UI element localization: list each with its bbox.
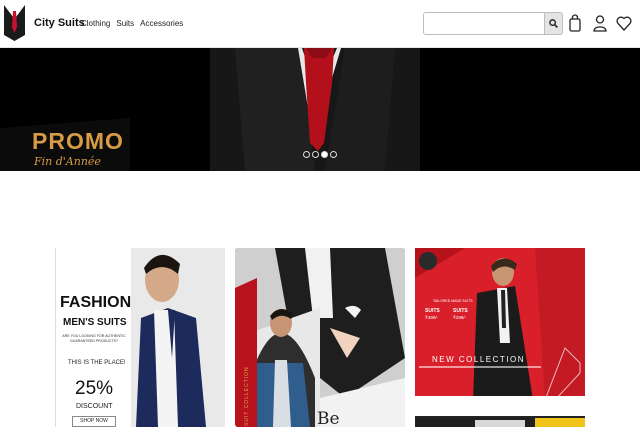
card-subtitle: MEN'S SUITS — [63, 317, 127, 328]
carousel-dot[interactable] — [312, 151, 319, 158]
price-b-label: SUITS — [453, 308, 468, 314]
carousel-dot[interactable] — [303, 151, 310, 158]
card3-heading: TAILORED MADE SUITS — [433, 299, 473, 303]
heart-icon[interactable] — [616, 14, 632, 32]
discount-percent: 25% — [75, 378, 114, 399]
shop-now-button[interactable]: SHOP NOW — [72, 416, 116, 427]
search-button[interactable] — [545, 12, 563, 35]
discount-label: DISCOUNT — [76, 403, 113, 410]
price-b-value: ₹299/- — [453, 315, 467, 320]
top-navbar: City Suits Clothing Suits Accessories — [0, 0, 640, 48]
card-title: FASHION — [60, 294, 132, 311]
carousel-dot[interactable] — [330, 151, 337, 158]
promo-title: PROMO — [32, 128, 124, 154]
carousel-dot-active[interactable] — [321, 151, 328, 158]
menu-item-suits[interactable]: Suits — [116, 19, 134, 28]
partial-card-image — [415, 418, 585, 427]
carousel-indicators — [303, 151, 337, 158]
suit-collection-image — [235, 248, 405, 427]
shopping-bag-icon[interactable] — [567, 14, 583, 32]
card-tagline: THIS IS THE PLACE! — [68, 360, 126, 366]
price-a-label: SUITS — [425, 308, 440, 314]
promo-subtitle: Fin d'Année — [34, 155, 101, 168]
user-icon[interactable] — [592, 14, 608, 32]
new-collection-text: NEW COLLECTION — [432, 355, 526, 364]
main-menu: Clothing Suits Accessories — [81, 19, 183, 28]
promo-card-partial[interactable] — [415, 416, 585, 427]
brand-name[interactable]: City Suits — [34, 17, 85, 29]
script-text: Be — [317, 409, 340, 427]
promo-card-suit-collection[interactable]: SUIT COLLECTION Be — [235, 248, 405, 427]
suit-logo-icon[interactable] — [4, 5, 25, 41]
search-input[interactable] — [423, 12, 545, 35]
price-a-value: ₹499/- — [425, 315, 439, 320]
menu-item-accessories[interactable]: Accessories — [140, 19, 183, 28]
brand-badge-icon — [419, 252, 437, 270]
menu-item-clothing[interactable]: Clothing — [81, 19, 110, 28]
card-question: ARE YOU LOOKING FOR AUTHENTIC GUARANTEED… — [62, 334, 126, 343]
promo-card-fashion[interactable]: FASHION MEN'S SUITS ARE YOU LOOKING FOR … — [55, 248, 225, 427]
promo-card-new-collection[interactable]: TAILORED MADE SUITS SUITS ₹499/- SUITS ₹… — [415, 248, 585, 400]
new-collection-image — [415, 248, 585, 400]
vertical-collection-text: SUIT COLLECTION — [244, 366, 250, 426]
search-icon — [549, 19, 558, 28]
